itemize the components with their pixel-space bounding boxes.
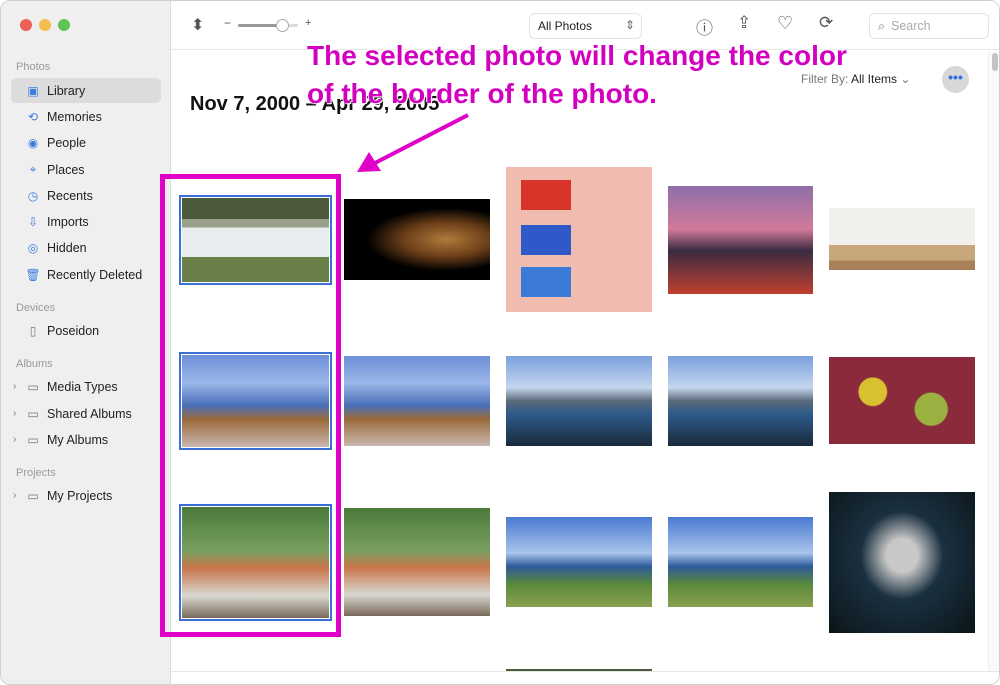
annotation-line-1: The selected photo will change the color xyxy=(307,40,847,71)
arrow-line xyxy=(372,113,469,166)
annotation-line-2: of the border of the photo. xyxy=(307,78,657,109)
annotation-text: The selected photo will change the color… xyxy=(307,37,847,113)
photos-window: Photos ▣ Library ⟲ Memories ◉ People ⌖ Place… xyxy=(0,0,1000,685)
